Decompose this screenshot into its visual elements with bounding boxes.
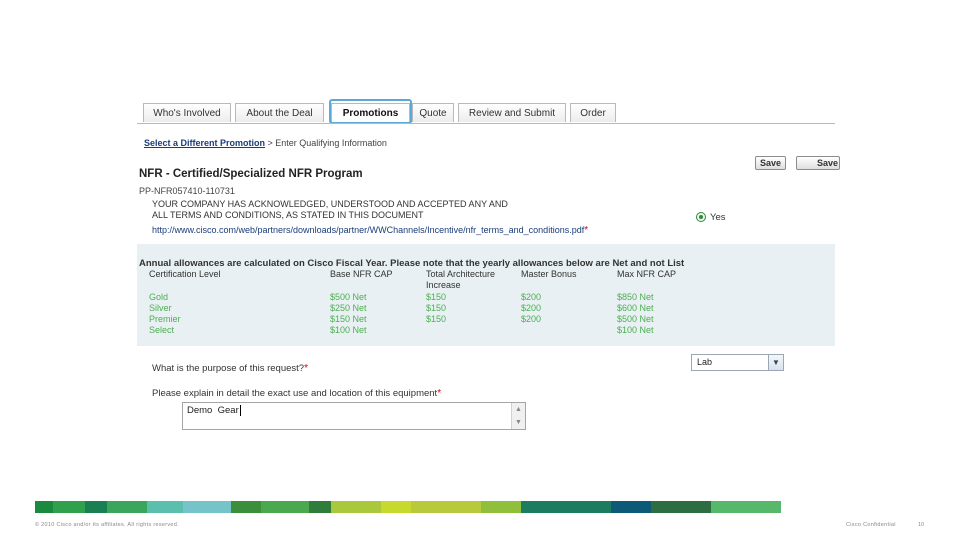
allowances-heading: Annual allowances are calculated on Cisc… bbox=[139, 258, 685, 269]
stripe-segment bbox=[381, 501, 411, 513]
purpose-question-label: What is the purpose of this request?* bbox=[152, 363, 308, 374]
stripe-segment bbox=[35, 501, 53, 513]
col-header-total-architecture-increase: Total Architecture Increase bbox=[426, 269, 496, 290]
stripe-segment bbox=[53, 501, 85, 513]
required-asterisk: * bbox=[584, 225, 589, 236]
acknowledgement-text: YOUR COMPANY HAS ACKNOWLEDGED, UNDERSTOO… bbox=[152, 199, 572, 221]
breadcrumb: Select a Different Promotion > Enter Qua… bbox=[144, 138, 387, 148]
tab-about-the-deal[interactable]: About the Deal bbox=[235, 103, 324, 122]
acknowledgement-line-2: ALL TERMS AND CONDITIONS, AS STATED IN T… bbox=[152, 210, 424, 220]
acknowledgement-line-1: YOUR COMPANY HAS ACKNOWLEDGED, UNDERSTOO… bbox=[152, 199, 508, 209]
copyright-text: © 2010 Cisco and/or its affiliates. All … bbox=[35, 522, 179, 528]
row-gold-level: Gold bbox=[149, 292, 169, 302]
col-header-certification-level: Certification Level bbox=[149, 269, 221, 279]
stripe-segment bbox=[711, 501, 781, 513]
save-button[interactable]: Save bbox=[755, 156, 786, 170]
program-title: NFR - Certified/Specialized NFR Program bbox=[139, 168, 363, 180]
tab-whos-involved[interactable]: Who's Involved bbox=[143, 103, 231, 122]
row-premier-base: $150 Net bbox=[330, 314, 367, 324]
col-header-max-nfr-cap: Max NFR CAP bbox=[617, 269, 677, 279]
stripe-segment bbox=[231, 501, 261, 513]
stripe-segment bbox=[85, 501, 107, 513]
terms-conditions-link[interactable]: http://www.cisco.com/web/partners/downlo… bbox=[152, 225, 584, 235]
purpose-select[interactable]: Lab ▼ bbox=[691, 354, 784, 371]
row-silver-base: $250 Net bbox=[330, 303, 367, 313]
tab-order[interactable]: Order bbox=[570, 103, 616, 122]
stripe-segment bbox=[521, 501, 611, 513]
stripe-segment bbox=[147, 501, 183, 513]
purpose-select-value: Lab bbox=[697, 357, 713, 367]
row-select-base: $100 Net bbox=[330, 325, 367, 335]
stripe-segment bbox=[481, 501, 521, 513]
confidential-label: Cisco Confidential bbox=[846, 522, 896, 528]
row-select-level: Select bbox=[149, 325, 175, 335]
row-silver-bonus: $200 bbox=[521, 303, 542, 313]
program-code: PP-NFR057410-110731 bbox=[139, 186, 235, 196]
stripe-segment bbox=[651, 501, 711, 513]
stripe-segment bbox=[107, 501, 147, 513]
row-select-max: $100 Net bbox=[617, 325, 654, 335]
chevron-down-icon[interactable]: ▼ bbox=[768, 355, 783, 370]
scroll-up-icon[interactable]: ▲ bbox=[512, 403, 525, 416]
purpose-question-text: What is the purpose of this request? bbox=[152, 363, 305, 374]
required-asterisk: * bbox=[304, 363, 308, 374]
select-different-promotion-link[interactable]: Select a Different Promotion bbox=[144, 138, 265, 148]
col-header-master-bonus: Master Bonus bbox=[521, 269, 577, 279]
text-cursor bbox=[239, 405, 241, 416]
explain-textarea-value: Demo Gear bbox=[187, 405, 239, 416]
scroll-down-icon[interactable]: ▼ bbox=[512, 416, 525, 429]
yes-radio-label: Yes bbox=[710, 212, 726, 223]
breadcrumb-current: > Enter Qualifying Information bbox=[265, 138, 387, 148]
tab-review-and-submit[interactable]: Review and Submit bbox=[458, 103, 566, 122]
stripe-segment bbox=[611, 501, 651, 513]
row-gold-bonus: $200 bbox=[521, 292, 542, 302]
row-silver-level: Silver bbox=[149, 303, 172, 313]
footer-color-stripe bbox=[35, 501, 925, 513]
row-gold-max: $850 Net bbox=[617, 292, 654, 302]
textarea-scrollbar[interactable]: ▲ ▼ bbox=[511, 403, 525, 429]
required-asterisk: * bbox=[437, 388, 442, 399]
stripe-segment bbox=[309, 501, 331, 513]
tab-promotions[interactable]: Promotions bbox=[331, 103, 410, 122]
yes-radio[interactable] bbox=[696, 212, 706, 222]
stripe-segment bbox=[261, 501, 309, 513]
tab-quote[interactable]: Quote bbox=[412, 103, 454, 122]
row-silver-arch: $150 bbox=[426, 303, 447, 313]
row-gold-arch: $150 bbox=[426, 292, 447, 302]
stripe-segment bbox=[183, 501, 231, 513]
explain-textarea[interactable]: Demo Gear ▲ ▼ bbox=[182, 402, 526, 430]
row-premier-level: Premier bbox=[149, 314, 181, 324]
row-silver-max: $600 Net bbox=[617, 303, 654, 313]
stripe-segment bbox=[411, 501, 481, 513]
page-number: 10 bbox=[918, 522, 925, 528]
row-premier-arch: $150 bbox=[426, 314, 447, 324]
row-premier-max: $500 Net bbox=[617, 314, 654, 324]
stripe-segment bbox=[331, 501, 381, 513]
row-premier-bonus: $200 bbox=[521, 314, 542, 324]
explain-question-text: Please explain in detail the exact use a… bbox=[152, 388, 438, 399]
col-header-base-nfr-cap: Base NFR CAP bbox=[330, 269, 393, 279]
explain-question-label: Please explain in detail the exact use a… bbox=[152, 388, 441, 399]
tab-divider bbox=[137, 123, 835, 124]
terms-link-row: http://www.cisco.com/web/partners/downlo… bbox=[152, 225, 588, 236]
row-gold-base: $500 Net bbox=[330, 292, 367, 302]
save-button-secondary[interactable]: Save bbox=[796, 156, 840, 170]
